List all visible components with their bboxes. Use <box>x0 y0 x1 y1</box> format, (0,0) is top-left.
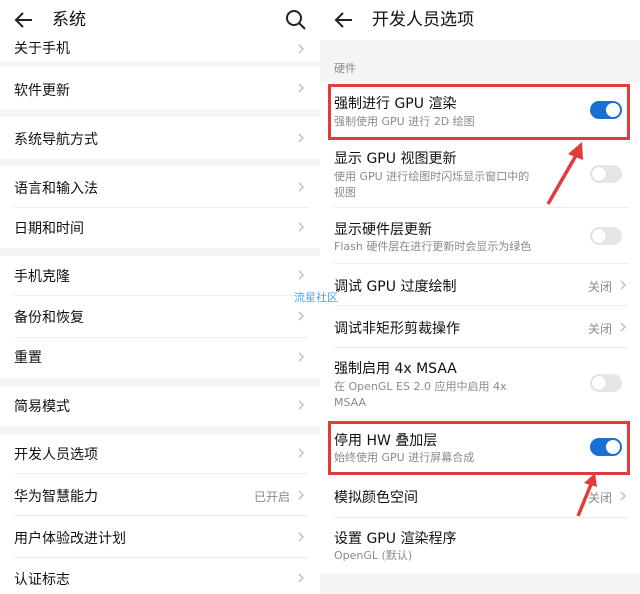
list-item-backup-restore[interactable]: 备份和恢复 <box>0 296 320 338</box>
setting-description: Flash 硬件层在进行更新时会显示为绿色 <box>334 240 532 253</box>
list-item-label: 备份和恢复 <box>14 310 84 326</box>
setting-description: 使用 GPU 进行绘图时闪烁显示窗口中的 <box>334 170 530 183</box>
setting-show-gpu-view-updates[interactable]: 显示 GPU 视图更新 使用 GPU 进行绘图时闪烁显示窗口中的 视图 <box>320 138 640 208</box>
setting-debug-gpu-overdraw[interactable]: 调试 GPU 过度绘制 关闭 <box>320 264 640 306</box>
setting-description: OpenGL (默认) <box>334 549 413 562</box>
chevron-right-icon <box>296 352 306 362</box>
list-item-label: 简易模式 <box>14 399 70 415</box>
list-item-software-update[interactable]: 软件更新 <box>0 67 320 109</box>
list-item-label: 日期和时间 <box>14 221 84 237</box>
setting-label: 显示 GPU 视图更新 <box>334 151 457 167</box>
setting-value: 关闭 <box>587 322 612 336</box>
back-arrow-icon[interactable] <box>12 8 36 32</box>
list-item-developer-options[interactable]: 开发人员选项 <box>0 434 320 474</box>
list-item-certification[interactable]: 认证标志 <box>0 558 320 594</box>
list-item-ux-program[interactable]: 用户体验改进计划 <box>0 516 320 558</box>
list-item-label: 软件更新 <box>14 83 70 99</box>
list-item-date-time[interactable]: 日期和时间 <box>0 208 320 248</box>
chevron-right-icon <box>296 490 306 500</box>
setting-label: 设置 GPU 渲染程序 <box>334 531 457 547</box>
list-item-label: 华为智慧能力 <box>14 489 98 505</box>
setting-value: 关闭 <box>587 280 612 294</box>
chevron-right-icon <box>296 44 306 54</box>
list-item-label: 用户体验改进计划 <box>14 531 126 547</box>
toggle-knob <box>592 376 606 390</box>
list-item-label: 语言和输入法 <box>14 181 98 197</box>
setting-description: 在 OpenGL ES 2.0 应用中启用 4x <box>334 380 507 393</box>
page-title: 开发人员选项 <box>372 10 474 30</box>
list-item-huawei-ai[interactable]: 华为智慧能力 已开启 <box>0 474 320 516</box>
setting-debug-non-rect-clip[interactable]: 调试非矩形剪裁操作 关闭 <box>320 306 640 348</box>
list-item-label: 手机克隆 <box>14 269 70 285</box>
setting-description-line2: 视图 <box>334 186 356 199</box>
setting-label: 强制启用 4x MSAA <box>334 361 457 377</box>
red-arrow-annotation <box>576 473 597 517</box>
toggle-knob <box>592 167 606 181</box>
highlight-box-force-gpu <box>328 84 630 140</box>
setting-force-4x-msaa[interactable]: 强制启用 4x MSAA 在 OpenGL ES 2.0 应用中启用 4x MS… <box>320 348 640 420</box>
top-bar: 开发人员选项 <box>320 0 640 40</box>
list-item-navigation[interactable]: 系统导航方式 <box>0 117 320 159</box>
list-item-label: 重置 <box>14 350 42 366</box>
setting-label: 调试非矩形剪裁操作 <box>334 321 460 337</box>
system-settings-panel: 系统 关于手机 软件更新 系统导航方式 语言和输入法 日期和时间 手机克隆 备份… <box>0 0 320 594</box>
setting-gpu-renderer[interactable]: 设置 GPU 渲染程序 OpenGL (默认) <box>320 518 640 574</box>
list-item-simple-mode[interactable]: 简易模式 <box>0 386 320 426</box>
developer-options-panel: 开发人员选项 硬件 强制进行 GPU 渲染 强制使用 GPU 进行 2D 绘图 … <box>320 0 640 594</box>
list-item-label: 关于手机 <box>14 41 70 57</box>
red-arrow-annotation <box>546 142 583 205</box>
chevron-right-icon <box>296 182 306 192</box>
chevron-right-icon <box>296 573 306 583</box>
setting-label: 模拟颜色空间 <box>334 490 418 506</box>
status-value: 已开启 <box>253 490 290 504</box>
chevron-right-icon <box>618 280 628 290</box>
list-item-reset[interactable]: 重置 <box>0 338 320 378</box>
toggle-switch[interactable] <box>590 374 622 392</box>
list-item-label: 系统导航方式 <box>14 132 98 148</box>
chevron-right-icon <box>296 222 306 232</box>
list-item-phone-clone[interactable]: 手机克隆 <box>0 256 320 296</box>
list-item-language[interactable]: 语言和输入法 <box>0 166 320 208</box>
chevron-right-icon <box>296 311 306 321</box>
chevron-right-icon <box>618 491 628 501</box>
page-title: 系统 <box>52 10 86 30</box>
toggle-switch[interactable] <box>590 165 622 183</box>
chevron-right-icon <box>296 133 306 143</box>
section-header-hardware: 硬件 <box>334 62 356 75</box>
toggle-switch[interactable] <box>590 227 622 245</box>
list-item-label: 认证标志 <box>14 572 70 588</box>
watermark-text: 流星社区 <box>294 291 338 304</box>
highlight-box-disable-hw-overlay <box>328 421 630 475</box>
chevron-right-icon <box>296 83 306 93</box>
setting-show-hw-layer-updates[interactable]: 显示硬件层更新 Flash 硬件层在进行更新时会显示为绿色 <box>320 208 640 264</box>
toggle-knob <box>592 229 606 243</box>
chevron-right-icon <box>296 448 306 458</box>
list-item-label: 开发人员选项 <box>14 447 98 463</box>
top-bar: 系统 <box>0 0 320 40</box>
list-item-about-phone[interactable]: 关于手机 <box>0 40 320 62</box>
back-arrow-icon[interactable] <box>332 8 356 32</box>
setting-label: 调试 GPU 过度绘制 <box>334 279 457 295</box>
chevron-right-icon <box>296 400 306 410</box>
setting-description-line2: MSAA <box>334 396 367 409</box>
chevron-right-icon <box>618 322 628 332</box>
chevron-right-icon <box>296 532 306 542</box>
chevron-right-icon <box>296 270 306 280</box>
search-icon[interactable] <box>284 8 308 32</box>
setting-label: 显示硬件层更新 <box>334 222 432 238</box>
